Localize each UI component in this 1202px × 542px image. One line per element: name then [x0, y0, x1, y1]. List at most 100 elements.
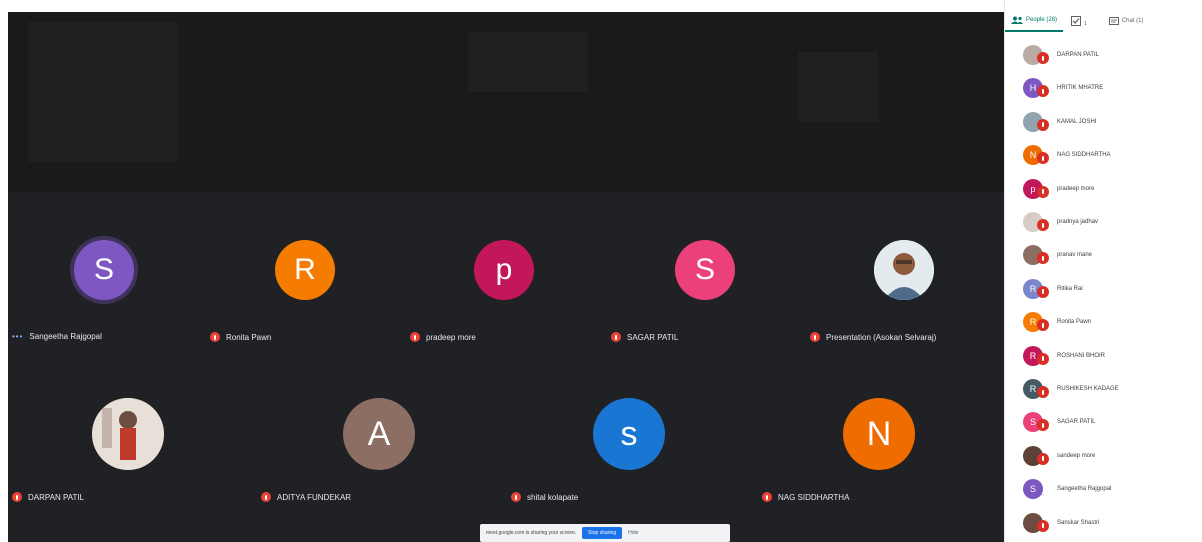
avatar: S — [74, 240, 134, 300]
participant-list-item[interactable]: R ROSHANI BHOIR — [1023, 341, 1193, 371]
participant-list-item[interactable]: pradnya jadhav — [1023, 207, 1193, 237]
avatar: H — [1023, 78, 1049, 99]
participant-name-row: shital kolapate — [511, 492, 578, 502]
participant-list-item[interactable]: Sanskar Shastri — [1023, 508, 1193, 538]
participant-list-name: pradnya jadhav — [1057, 219, 1099, 225]
participant-name-row: Ronita Pawn — [210, 332, 271, 342]
participant-name-row: DARPAN PATIL — [12, 492, 84, 502]
participant-list-item[interactable]: H HRITIK MHATRE — [1023, 73, 1193, 103]
participant-list-name: DARPAN PATIL — [1057, 52, 1100, 58]
people-icon — [1011, 16, 1023, 24]
mic-muted-icon — [1037, 185, 1049, 198]
participant-list-name: HRITIK MHATRE — [1057, 85, 1104, 92]
avatar: s — [593, 398, 665, 470]
mic-muted-icon — [1037, 352, 1049, 365]
meeting-stage: S ••• Sangeetha Rajgopal R Ronita Pawn p… — [8, 12, 1004, 542]
mic-muted-icon — [1037, 519, 1049, 532]
participant-list-item[interactable]: R Ronita Pawn — [1023, 307, 1193, 337]
avatar — [1023, 45, 1049, 65]
participant-list-name: pradeep more — [1057, 185, 1095, 192]
shared-screen — [8, 12, 1004, 192]
avatar: p — [474, 240, 534, 300]
mic-muted-icon — [1037, 118, 1049, 131]
participant-list-name: Ronita Pawn — [1057, 319, 1092, 326]
participant-list-item[interactable]: sandeep more — [1023, 441, 1193, 471]
participant-name-row: pradeep more — [410, 332, 476, 342]
stop-sharing-button[interactable]: Stop sharing — [582, 527, 623, 539]
participant-list-item[interactable]: pranav mane — [1023, 240, 1193, 270]
participant-list-item[interactable]: S SAGAR PATIL — [1023, 407, 1193, 437]
participant-list-name: ROSHANI BHOIR — [1057, 352, 1106, 359]
person-photo-icon — [92, 398, 164, 470]
participant-list-name: Sanskar Shastri — [1057, 519, 1100, 526]
participant-name: Sangeetha Rajgopal — [29, 332, 102, 341]
avatar: R — [1023, 379, 1049, 399]
participant-list-name: Sangeetha Rajgopal — [1057, 486, 1112, 493]
participant-list-name: Ritika Rai — [1057, 285, 1083, 292]
mic-muted-icon — [410, 332, 420, 342]
avatar: R — [275, 240, 335, 300]
participant-list-name: NAG SIDDHARTHA — [1057, 152, 1111, 159]
participant-list-item[interactable]: KAMAL JOSHI — [1023, 107, 1193, 137]
speaking-indicator-icon: ... — [1039, 491, 1045, 498]
participant-list-item[interactable]: R Ritika Rai — [1023, 274, 1193, 304]
mic-muted-icon — [1037, 252, 1049, 265]
mic-muted-icon — [261, 492, 271, 502]
participant-name-row: SAGAR PATIL — [611, 332, 678, 342]
screen-share-bar: meet.google.com is sharing your screen. … — [480, 524, 730, 542]
avatar: R — [1023, 278, 1049, 299]
mic-muted-icon — [1037, 319, 1049, 332]
participant-list-name: RUSHIKESH KADAGE — [1057, 386, 1119, 392]
avatar — [1023, 512, 1049, 533]
participant-name: pradeep more — [426, 332, 476, 342]
avatar: S... — [1023, 479, 1045, 500]
avatar — [1023, 445, 1049, 466]
share-status-text: meet.google.com is sharing your screen. — [486, 530, 577, 536]
avatar: S — [675, 240, 735, 300]
avatar — [1023, 245, 1049, 266]
person-photo-icon — [874, 240, 934, 300]
tab-chat[interactable]: Chat (1) — [1103, 10, 1150, 32]
participant-list-item[interactable]: p pradeep more — [1023, 174, 1193, 204]
hide-button[interactable]: Hide — [628, 530, 638, 536]
panel-tabs: People (28) 1 Chat (1) — [1005, 10, 1202, 32]
avatar: R — [1023, 345, 1049, 366]
participant-name: Ronita Pawn — [226, 332, 272, 342]
mic-muted-icon — [511, 492, 521, 502]
mic-muted-icon — [1037, 219, 1049, 231]
mic-muted-icon — [1037, 85, 1049, 98]
participant-name-row: Presentation (Asokan Selvaraj) — [810, 332, 936, 342]
participant-name: SAGAR PATIL — [627, 332, 679, 342]
participant-list-item[interactable]: DARPAN PATIL — [1023, 40, 1193, 70]
participant-name: Presentation (Asokan Selvaraj) — [826, 332, 937, 342]
participant-name: NAG SIDDHARTHA — [778, 492, 850, 502]
mic-muted-icon — [12, 492, 22, 502]
participant-list-item[interactable]: R RUSHIKESH KADAGE — [1023, 374, 1193, 404]
participant-list-item[interactable]: S... Sangeetha Rajgopal — [1023, 474, 1193, 504]
side-panel: People (28) 1 Chat (1) DARPAN PATIL H HRIT… — [1004, 0, 1202, 542]
avatar: N — [843, 398, 915, 470]
profile-photo — [92, 398, 164, 470]
mic-muted-icon — [810, 332, 820, 342]
participant-list-name: KAMAL JOSHI — [1057, 118, 1097, 125]
avatar: S — [1023, 412, 1049, 433]
participant-list-item[interactable]: N NAG SIDDHARTHA — [1023, 140, 1193, 170]
mic-muted-icon — [1037, 52, 1049, 64]
mic-muted-icon — [611, 332, 621, 342]
tab-people-label: People (28) — [1026, 17, 1058, 23]
avatar: A — [343, 398, 415, 470]
mic-muted-icon — [1037, 452, 1049, 465]
mic-muted-icon — [210, 332, 220, 342]
tab-people[interactable]: People (28) — [1005, 10, 1064, 32]
tab-tasks-count: 1 — [1084, 21, 1087, 27]
mic-muted-icon — [1037, 386, 1049, 398]
tab-tasks[interactable]: 1 — [1065, 10, 1093, 32]
mic-muted-icon — [1037, 419, 1049, 432]
avatar — [1023, 111, 1049, 132]
speaking-indicator-icon: ••• — [12, 332, 24, 341]
tab-chat-label: Chat (1) — [1121, 18, 1144, 24]
mic-muted-icon — [1037, 285, 1049, 298]
avatar: p — [1023, 178, 1049, 199]
participant-name: ADITYA FUNDEKAR — [277, 492, 352, 502]
chat-icon — [1108, 16, 1119, 25]
